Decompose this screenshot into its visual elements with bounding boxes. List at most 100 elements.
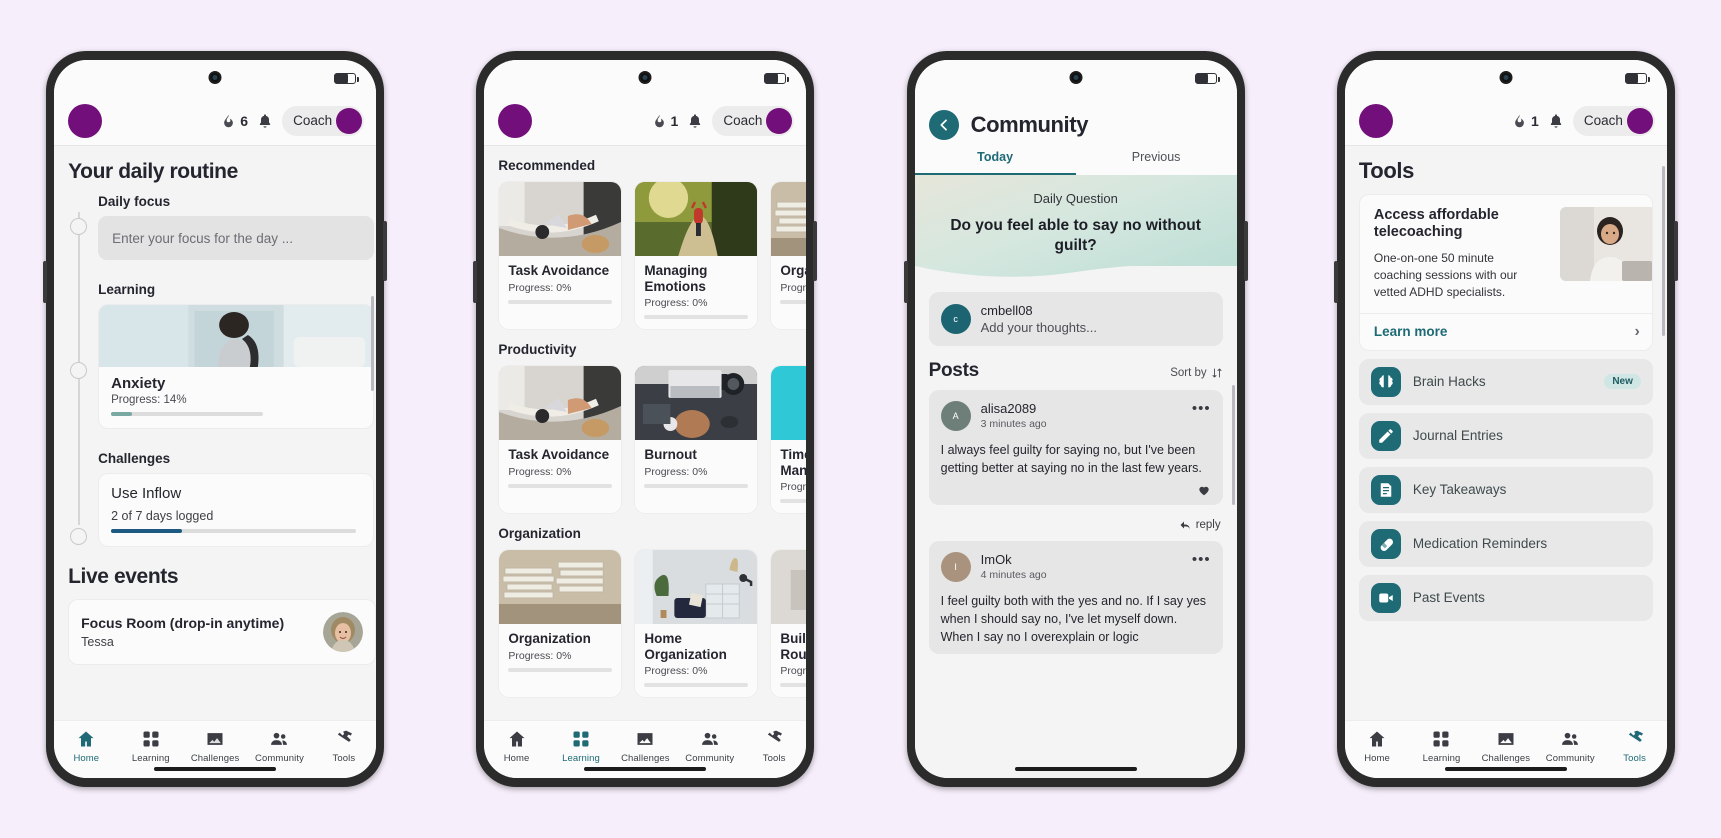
daily-focus-label: Daily focus — [98, 194, 171, 209]
nav-learning[interactable]: Learning — [553, 729, 609, 764]
learning-card[interactable]: Time Management Progress: 0% — [770, 365, 807, 515]
home-indicator — [584, 767, 707, 771]
avatar[interactable] — [68, 103, 103, 138]
nav-tools[interactable]: Tools — [316, 729, 372, 764]
daily-focus-input[interactable]: Enter your focus for the day ... — [98, 216, 375, 260]
learning-card[interactable]: Task Avoidance Progress: 0% — [498, 365, 623, 515]
card-progress: Progress: 0% — [644, 297, 708, 310]
tools-content[interactable]: Tools Access affordable telecoaching One… — [1344, 146, 1667, 720]
card-progress: Progress: 0% — [644, 665, 708, 678]
tool-row-key-takeaways[interactable]: Key Takeaways — [1358, 466, 1653, 513]
coach-button[interactable]: Coach — [1572, 105, 1655, 136]
tool-row-past-events[interactable]: Past Events — [1358, 574, 1653, 621]
section-title-recommended: Recommended — [498, 158, 596, 173]
learning-card[interactable]: Organization Progress: 0% — [770, 181, 807, 331]
nav-label: Community — [255, 753, 304, 764]
avatar[interactable] — [1358, 103, 1393, 138]
promo-cta[interactable]: Learn more › — [1359, 312, 1652, 350]
card-image-teal — [771, 366, 807, 441]
promo-title: Access affordable telecoaching — [1373, 207, 1499, 241]
nav-home[interactable]: Home — [1349, 729, 1405, 764]
screen-tools: 1 Coach Tools Access affordable telecoac… — [1344, 60, 1667, 778]
avatar[interactable] — [498, 103, 533, 138]
nav-learning[interactable]: Learning — [1413, 729, 1469, 764]
learning-card[interactable]: Task Avoidance Progress: 0% — [498, 181, 623, 331]
learning-card[interactable]: Managing Emotions Progress: 0% — [634, 181, 759, 331]
scrollbar[interactable] — [1661, 166, 1665, 336]
learning-card[interactable]: Building a Routine for ... Progress: 0% — [770, 549, 807, 699]
coach-button[interactable]: Coach — [282, 105, 365, 136]
nav-challenges[interactable]: Challenges — [187, 729, 243, 764]
card-row-recommended[interactable]: Task Avoidance Progress: 0% Managing Emo… — [484, 181, 807, 331]
post-item[interactable]: I ImOk 4 minutes ago ••• I feel guilty b… — [928, 540, 1223, 655]
community-content[interactable]: Daily Question Do you feel able to say n… — [914, 175, 1237, 778]
card-title: Organization — [780, 263, 806, 278]
camera-icon — [1499, 71, 1513, 84]
hammer-icon — [337, 730, 352, 742]
tab-today[interactable]: Today — [914, 150, 1076, 175]
reply-row[interactable]: reply — [915, 515, 1237, 531]
nav-challenges[interactable]: Challenges — [1478, 729, 1534, 764]
nav-home[interactable]: Home — [489, 729, 545, 764]
course-card-anxiety[interactable]: Anxiety Progress: 14% — [98, 304, 375, 429]
nav-learning[interactable]: Learning — [123, 729, 179, 764]
pencil-icon — [1370, 420, 1401, 451]
nav-label: Tools — [332, 753, 356, 764]
coach-avatar — [1626, 107, 1653, 134]
card-row-organization[interactable]: Organization Progress: 0% Home Organizat… — [484, 549, 807, 699]
nav-home[interactable]: Home — [58, 729, 114, 764]
phone-4-tools: 1 Coach Tools Access affordable telecoac… — [1333, 51, 1678, 787]
post-item[interactable]: A alisa2089 3 minutes ago ••• I always f… — [928, 389, 1223, 505]
nav-label: Learning — [1422, 753, 1461, 764]
nav-community[interactable]: Community — [1542, 729, 1598, 764]
event-title: Focus Room (drop-in anytime) — [81, 615, 285, 631]
nav-label: Challenges — [190, 753, 240, 764]
promo-description: One-on-one 50 minute coaching sessions w… — [1373, 250, 1518, 299]
timeline-node-challenges — [70, 528, 88, 545]
streak-counter[interactable]: 6 — [221, 112, 248, 130]
promo-card-telecoaching[interactable]: Access affordable telecoaching One-on-on… — [1358, 194, 1653, 351]
image-icon — [637, 733, 653, 745]
bell-icon[interactable] — [1548, 112, 1564, 130]
nav-community[interactable]: Community — [682, 729, 738, 764]
post-timestamp: 3 minutes ago — [980, 417, 1047, 430]
learning-content[interactable]: Recommended Task Avoidance Progress: 0% … — [484, 146, 807, 720]
streak-counter[interactable]: 1 — [652, 112, 678, 130]
tool-row-medication-reminders[interactable]: Medication Reminders — [1358, 520, 1653, 567]
learning-card[interactable]: Home Organization Progress: 0% — [634, 549, 759, 699]
scrollbar[interactable] — [1231, 385, 1235, 505]
learning-card[interactable]: Organization Progress: 0% — [498, 549, 623, 699]
coach-button[interactable]: Coach — [712, 105, 795, 136]
heart-icon[interactable] — [1197, 483, 1211, 497]
tool-row-brain-hacks[interactable]: Brain Hacks New — [1358, 358, 1653, 405]
reply-icon — [1180, 521, 1190, 530]
screen-community: Community Today Previous Daily Question … — [914, 60, 1237, 778]
card-progress-bar — [644, 483, 749, 488]
tool-row-journal-entries[interactable]: Journal Entries — [1358, 412, 1653, 459]
nav-community[interactable]: Community — [251, 729, 307, 764]
bell-icon[interactable] — [257, 112, 273, 130]
course-image — [99, 305, 374, 367]
learning-card[interactable]: Burnout Progress: 0% — [634, 365, 759, 515]
sort-by-button[interactable]: Sort by — [1170, 367, 1222, 379]
tab-previous[interactable]: Previous — [1076, 150, 1237, 175]
battery-icon — [1194, 73, 1220, 84]
streak-counter[interactable]: 1 — [1512, 112, 1539, 130]
more-icon[interactable]: ••• — [1192, 552, 1211, 567]
home-content[interactable]: Your daily routine Daily focus Enter you… — [54, 146, 377, 720]
back-button[interactable] — [928, 110, 959, 140]
card-row-productivity[interactable]: Task Avoidance Progress: 0% Burnout Prog… — [484, 365, 807, 515]
challenge-card-use-inflow[interactable]: Use Inflow 2 of 7 days logged — [98, 473, 375, 547]
nav-tools[interactable]: Tools — [746, 729, 802, 764]
nav-tools[interactable]: Tools — [1607, 729, 1663, 764]
bell-icon[interactable] — [687, 112, 703, 130]
streak-count: 6 — [240, 112, 249, 129]
event-card-focus-room[interactable]: Focus Room (drop-in anytime) Tessa — [68, 599, 377, 665]
card-progress-bar — [644, 683, 749, 688]
scrollbar[interactable] — [371, 296, 375, 391]
image-icon — [1498, 733, 1514, 745]
compose-thought[interactable]: c cmbell08 Add your thoughts... — [928, 291, 1223, 346]
coach-avatar — [766, 107, 793, 134]
nav-challenges[interactable]: Challenges — [617, 729, 673, 764]
more-icon[interactable]: ••• — [1192, 401, 1211, 416]
